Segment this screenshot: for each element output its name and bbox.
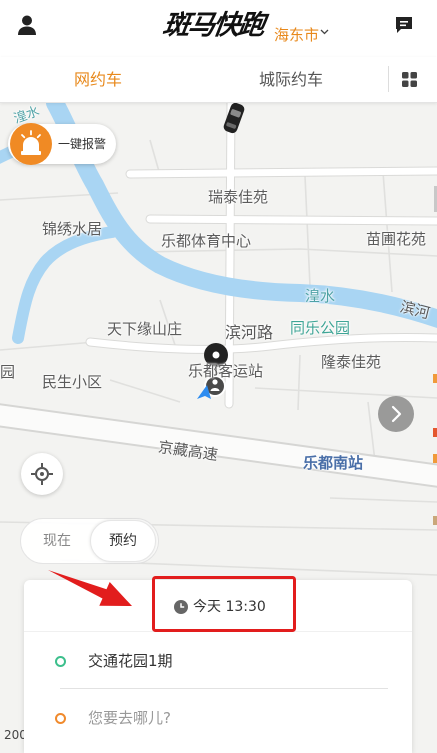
city-name: 海东市	[274, 26, 320, 44]
poi-marker	[433, 516, 437, 525]
message-line	[400, 24, 406, 27]
grid-cell	[410, 72, 417, 79]
message-line	[400, 21, 408, 23]
origin-dot-icon	[55, 656, 66, 667]
user-icon-body	[18, 26, 36, 35]
tab-divider	[388, 66, 389, 92]
road	[225, 103, 235, 408]
map-label-railway-station: 乐都南站	[303, 454, 364, 472]
grid-cell	[402, 80, 409, 87]
departure-time-selector[interactable]: 今天 13:30	[24, 580, 412, 632]
road	[126, 167, 437, 178]
user-icon-graphic	[18, 15, 36, 35]
chevron-right-graphic	[391, 405, 402, 423]
chevron-down-stroke	[320, 29, 329, 35]
clock-graphic	[174, 600, 188, 614]
app-header: 斑马快跑 海东市	[0, 0, 437, 57]
origin-address: 交通花园1期	[88, 652, 173, 670]
grid-icon-graphic	[402, 72, 417, 87]
message-icon-graphic	[396, 17, 412, 33]
chevron-down-icon	[320, 29, 329, 35]
time-mode-toggle: 现在 预约	[20, 518, 159, 564]
grid-cell	[402, 72, 409, 79]
destination-dot-icon	[55, 713, 66, 724]
alarm-label: 一键报警	[58, 137, 107, 151]
grid-icon[interactable]	[402, 72, 417, 87]
tab-intercity[interactable]: 城际约车	[194, 57, 388, 102]
city-selector[interactable]: 海东市	[274, 25, 330, 45]
app-logo: 斑马快跑	[160, 10, 266, 41]
ride-hailing-app: 湟水 瑞泰佳苑 锦绣水居 乐都体育中心 苗圃花苑 湟水 滨河 天下缘山庄 滨河路…	[0, 0, 437, 753]
siren-icon	[10, 123, 52, 165]
siren-icon-graphic	[21, 130, 41, 155]
departure-time: 今天 13:30	[193, 599, 266, 615]
toggle-option-reserve[interactable]: 预约	[90, 520, 156, 562]
tab-ride-hailing[interactable]: 网约车	[0, 57, 196, 102]
toggle-option-now[interactable]: 现在	[24, 520, 90, 562]
emergency-alarm-button[interactable]: 一键报警	[8, 123, 116, 165]
grid-cell	[410, 80, 417, 87]
map-label-poi: 瑞泰佳苑	[208, 188, 269, 206]
chevron-right-stroke	[391, 405, 402, 423]
poi-marker	[433, 428, 437, 437]
chevron-right-icon[interactable]	[378, 396, 414, 432]
siren-ray	[36, 134, 41, 139]
siren-base	[21, 151, 41, 155]
map-label-poi: 锦绣水居	[42, 220, 103, 238]
user-icon[interactable]	[17, 15, 37, 35]
user-icon-head	[22, 15, 32, 26]
map-label-poi: 天下缘山庄	[107, 320, 183, 338]
map-label-poi: 隆泰佳苑	[321, 353, 382, 371]
map-label-river: 湟水	[305, 287, 336, 305]
siren-dome	[23, 137, 39, 151]
row-divider	[60, 688, 388, 689]
crosshair-center	[40, 472, 44, 476]
message-icon[interactable]	[395, 16, 413, 34]
trip-card: 今天 13:30 交通花园1期 您要去哪儿?	[24, 580, 412, 753]
map-label-poi: 苗圃花苑	[366, 230, 427, 248]
origin-field[interactable]: 交通花园1期	[24, 634, 412, 688]
siren-ray	[21, 134, 26, 139]
map-label-poi: 民生小区	[42, 373, 103, 391]
poi-marker	[433, 374, 437, 383]
crosshair-icon[interactable]	[21, 453, 63, 495]
crosshair-graphic	[31, 463, 53, 485]
clock-icon	[174, 600, 188, 614]
map-label-road: 滨河路	[225, 323, 274, 342]
destination-placeholder: 您要去哪儿?	[88, 709, 171, 727]
map-label-park: 同乐公园	[290, 319, 351, 337]
poi-marker	[433, 454, 437, 463]
map-label-station: 乐都客运站	[188, 362, 264, 380]
map-label-poi: 园	[0, 363, 16, 381]
service-tabs: 网约车 城际约车	[0, 57, 437, 103]
destination-field[interactable]: 您要去哪儿?	[24, 690, 412, 744]
map-label-poi: 乐都体育中心	[161, 232, 252, 250]
road	[146, 215, 437, 225]
